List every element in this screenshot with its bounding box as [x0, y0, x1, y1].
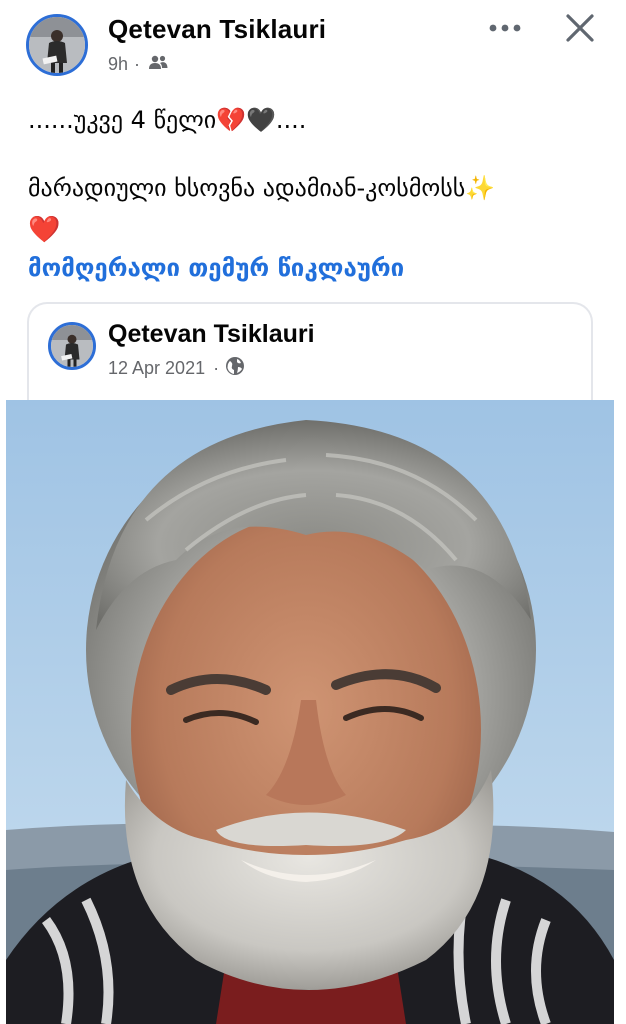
post-text-line: მარადიული ხსოვნა ადამიან-კოსმოსს✨ — [28, 174, 496, 202]
post-time[interactable]: 9h — [108, 54, 128, 75]
meta-separator: · — [213, 358, 220, 378]
avatar-image — [51, 325, 93, 367]
avatar-image — [29, 17, 85, 73]
shared-author-avatar[interactable] — [48, 322, 96, 370]
post-meta: 9h · — [108, 54, 168, 75]
more-horizontal-icon — [489, 24, 521, 32]
more-options-button[interactable] — [482, 10, 528, 46]
post-photo[interactable] — [6, 400, 614, 1024]
portrait-image — [6, 400, 614, 1024]
post-view: Qetevan Tsiklauri 9h · ......უკვე 4 წელი… — [0, 0, 626, 1024]
close-icon — [566, 14, 594, 42]
shared-post-date[interactable]: 12 Apr 2021 — [108, 358, 205, 379]
post-text-emoji: ❤️ — [28, 214, 61, 244]
author-name[interactable]: Qetevan Tsiklauri — [108, 14, 326, 45]
meta-separator: · — [134, 54, 141, 74]
hashtag-link[interactable]: მომღერალი თემურ წიკლაური — [28, 254, 404, 282]
close-button[interactable] — [556, 6, 604, 50]
post-text-line: ......უკვე 4 წელი💔🖤.... — [28, 106, 307, 134]
post-header: Qetevan Tsiklauri 9h · — [0, 0, 626, 90]
friends-icon — [148, 54, 168, 75]
shared-post-meta: 12 Apr 2021 · — [108, 356, 245, 381]
author-avatar[interactable] — [26, 14, 88, 76]
globe-icon — [225, 356, 245, 381]
shared-author-name[interactable]: Qetevan Tsiklauri — [108, 320, 315, 349]
